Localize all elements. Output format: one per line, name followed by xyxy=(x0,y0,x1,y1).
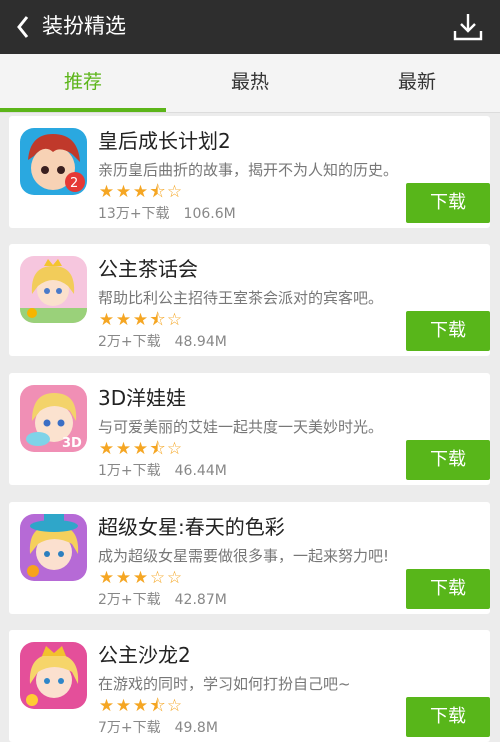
list-item[interactable]: 超级女星:春天的色彩 成为超级女星需要做很多事，一起来努力吧! ★ ★ ★ ☆ ☆ 2万… xyxy=(9,502,490,614)
star-full-icon: ★ xyxy=(115,568,132,588)
star-empty-icon: ☆ xyxy=(166,310,183,330)
file-size: 49.8M xyxy=(174,720,218,736)
svg-text:3D: 3D xyxy=(62,436,82,451)
list-item[interactable]: 公主沙龙2 在游戏的同时，学习如何打扮自己吧~ ★ ★ ★⯪☆ 7万+下载 49.8M… xyxy=(9,630,490,742)
star-full-icon: ★ xyxy=(98,310,115,330)
star-half-icon: ⯪ xyxy=(149,310,166,330)
download-button[interactable]: 下载 xyxy=(406,569,490,609)
star-half-icon: ⯪ xyxy=(149,439,166,459)
app-description: 帮助比利公主招待王室茶会派对的宾客吧。 xyxy=(98,289,384,307)
star-full-icon: ★ xyxy=(132,182,149,202)
star-empty-icon: ☆ xyxy=(166,439,183,459)
app-description: 亲历皇后曲折的故事，揭开不为人知的历史。 xyxy=(98,161,399,179)
download-count: 7万+下载 xyxy=(98,720,161,736)
page-title: 装扮精选 xyxy=(42,14,126,38)
star-full-icon: ★ xyxy=(98,182,115,202)
star-full-icon: ★ xyxy=(98,568,115,588)
star-rating: ★ ★ ★ ☆ ☆ xyxy=(98,569,183,587)
download-count: 13万+下载 xyxy=(98,206,170,222)
list-item[interactable]: 3D 3D洋娃娃 与可爱美丽的艾娃一起共度一天美妙时光。 ★ ★ ★⯪☆ 1万+下载… xyxy=(9,373,490,485)
list-item[interactable]: 2 皇后成长计划2 亲历皇后曲折的故事，揭开不为人知的历史。 ★ ★ ★⯪☆ 13万… xyxy=(9,116,490,228)
chevron-left-icon[interactable] xyxy=(14,13,32,41)
file-size: 46.44M xyxy=(174,463,227,479)
app-meta: 2万+下载 48.94M xyxy=(98,333,227,351)
app-meta: 2万+下载 42.87M xyxy=(98,591,227,609)
download-count: 2万+下载 xyxy=(98,592,161,608)
app-meta: 7万+下载 49.8M xyxy=(98,719,218,737)
star-rating: ★ ★ ★⯪☆ xyxy=(98,311,183,329)
app-description: 与可爱美丽的艾娃一起共度一天美妙时光。 xyxy=(98,418,384,436)
star-full-icon: ★ xyxy=(132,568,149,588)
star-rating: ★ ★ ★⯪☆ xyxy=(98,183,183,201)
star-full-icon: ★ xyxy=(132,439,149,459)
star-full-icon: ★ xyxy=(115,182,132,202)
app-meta: 1万+下载 46.44M xyxy=(98,462,227,480)
download-count: 2万+下载 xyxy=(98,334,161,350)
star-full-icon: ★ xyxy=(115,696,132,716)
top-bar: 装扮精选 xyxy=(0,0,500,54)
file-size: 48.94M xyxy=(174,334,227,350)
active-tab-indicator xyxy=(0,108,166,112)
list-item[interactable]: 公主茶话会 帮助比利公主招待王室茶会派对的宾客吧。 ★ ★ ★⯪☆ 2万+下载 48.… xyxy=(9,244,490,356)
star-full-icon: ★ xyxy=(115,439,132,459)
app-name: 3D洋娃娃 xyxy=(98,386,187,410)
app-description: 在游戏的同时，学习如何打扮自己吧~ xyxy=(98,675,351,693)
star-full-icon: ★ xyxy=(132,310,149,330)
tab-hot[interactable]: 最热 xyxy=(167,54,333,112)
star-full-icon: ★ xyxy=(98,439,115,459)
app-icon: 3D xyxy=(20,385,87,452)
tab-recommend[interactable]: 推荐 xyxy=(0,54,166,112)
app-name: 皇后成长计划2 xyxy=(98,129,231,153)
download-button[interactable]: 下载 xyxy=(406,183,490,223)
app-icon: 2 xyxy=(20,128,87,195)
tab-bar: 推荐 最热 最新 xyxy=(0,54,500,113)
star-full-icon: ★ xyxy=(132,696,149,716)
tab-new[interactable]: 最新 xyxy=(334,54,500,112)
star-empty-icon: ☆ xyxy=(166,182,183,202)
app-icon xyxy=(20,256,87,323)
download-icon[interactable] xyxy=(452,11,484,43)
file-size: 106.6M xyxy=(183,206,236,222)
app-icon xyxy=(20,514,87,581)
app-name: 超级女星:春天的色彩 xyxy=(98,515,285,539)
app-icon xyxy=(20,642,87,709)
star-full-icon: ★ xyxy=(98,696,115,716)
app-name: 公主茶话会 xyxy=(98,257,198,281)
app-meta: 13万+下载 106.6M xyxy=(98,205,236,223)
star-half-icon: ⯪ xyxy=(149,696,166,716)
star-rating: ★ ★ ★⯪☆ xyxy=(98,440,183,458)
download-button[interactable]: 下载 xyxy=(406,311,490,351)
star-empty-icon: ☆ xyxy=(166,696,183,716)
app-description: 成为超级女星需要做很多事，一起来努力吧! xyxy=(98,547,390,565)
star-full-icon: ★ xyxy=(115,310,132,330)
app-name: 公主沙龙2 xyxy=(98,643,191,667)
star-rating: ★ ★ ★⯪☆ xyxy=(98,697,183,715)
star-half-icon: ⯪ xyxy=(149,182,166,202)
file-size: 42.87M xyxy=(174,592,227,608)
download-button[interactable]: 下载 xyxy=(406,440,490,480)
svg-text:2: 2 xyxy=(70,176,78,191)
download-button[interactable]: 下载 xyxy=(406,697,490,737)
download-count: 1万+下载 xyxy=(98,463,161,479)
star-empty-icon: ☆ xyxy=(166,568,183,588)
star-empty-icon: ☆ xyxy=(149,568,166,588)
